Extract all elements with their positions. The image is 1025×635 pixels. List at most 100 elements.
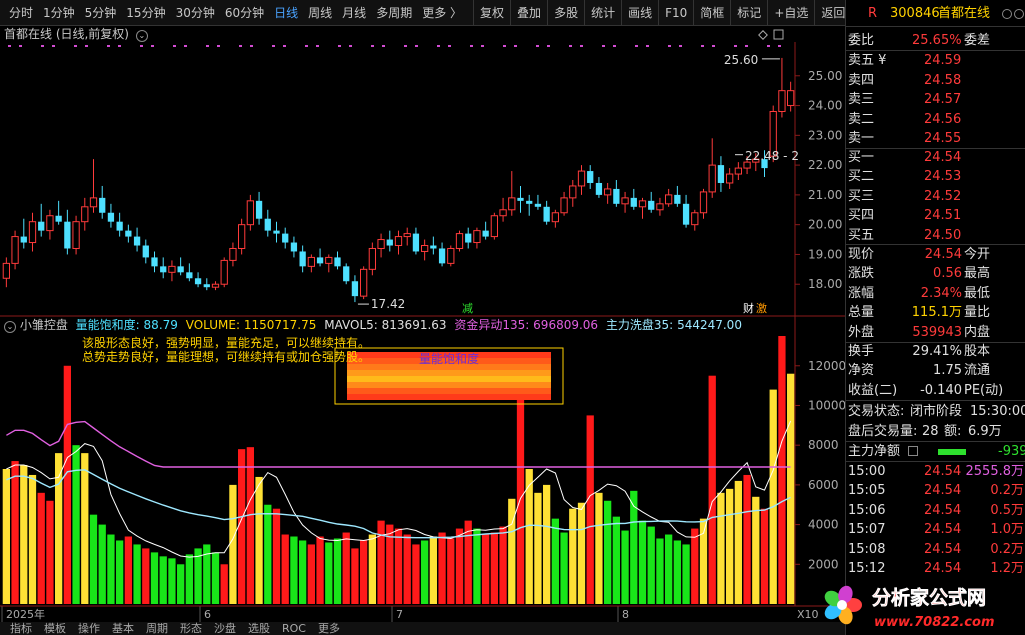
net-row[interactable]: 主力净额 -9399 [846,442,1025,461]
volume-bar[interactable] [142,548,150,604]
volume-bar[interactable] [482,534,490,604]
close-icon[interactable] [1002,9,1012,19]
volume-bar[interactable] [708,375,716,604]
volume-bar[interactable] [508,498,516,604]
candle-body[interactable] [264,218,271,231]
candle-body[interactable] [11,236,19,264]
period-tab-6[interactable]: 日线 [269,0,303,25]
buy-row-2[interactable]: 买三 24.52 [846,187,1025,206]
tool-button-1[interactable]: 叠加 [510,0,547,25]
candle-body[interactable] [177,266,184,273]
candle-body[interactable] [482,230,489,237]
sell-row-2[interactable]: 卖三 24.57 [846,90,1025,109]
candle-body[interactable] [203,284,210,288]
candle-body[interactable] [465,233,472,243]
tick-row-4[interactable]: 15:08 24.54 0.2万 [846,540,1025,559]
volume-bar[interactable] [150,552,159,604]
candle-body[interactable] [682,203,690,225]
volume-bar[interactable] [290,536,298,604]
volume-bar[interactable] [455,528,464,604]
period-tab-7[interactable]: 周线 [303,0,337,25]
candle-body[interactable] [334,257,341,267]
candle-body[interactable] [621,197,629,205]
volume-bar[interactable] [116,540,124,604]
volume-bar[interactable] [787,373,795,604]
candle-body[interactable] [229,247,237,261]
volume-bar[interactable] [394,528,403,604]
candle-body[interactable] [613,188,620,204]
candle-body[interactable] [38,221,45,231]
volume-bar[interactable] [586,415,594,604]
candle-body[interactable] [316,257,324,264]
candle-body[interactable] [412,233,420,252]
tool-button-8[interactable]: +自选 [767,0,814,25]
period-tab-9[interactable]: 多周期 [371,0,417,25]
tool-button-5[interactable]: F10 [658,0,693,25]
volume-bar[interactable] [229,484,237,604]
tick-row-3[interactable]: 15:07 24.54 1.0万 [846,520,1025,539]
candle-body[interactable] [168,265,176,273]
bottom-tab-9[interactable]: 更多 [312,622,346,635]
candle-body[interactable] [2,262,10,279]
period-tab-8[interactable]: 月线 [337,0,371,25]
stat2-row-1[interactable]: 净资 1.75 流通 [846,361,1025,380]
volume-bar[interactable] [185,554,193,604]
volume-bar[interactable] [368,534,376,604]
candle-body[interactable] [55,215,62,222]
candle-body[interactable] [543,206,550,222]
stat-row-2[interactable]: 涨幅 2.34% 最低 [846,284,1025,303]
bottom-tab-6[interactable]: 沙盘 [208,622,242,635]
period-tab-3[interactable]: 15分钟 [121,0,170,25]
volume-bar[interactable] [516,399,525,604]
candle-body[interactable] [534,203,542,207]
candle-body[interactable] [290,242,298,252]
period-tab-2[interactable]: 5分钟 [80,0,122,25]
candle-body[interactable] [255,200,263,219]
volume-bar[interactable] [46,500,54,604]
candle-body[interactable] [526,200,533,204]
volume-bar[interactable] [37,492,45,604]
volume-bar[interactable] [11,461,19,604]
candle-body[interactable] [282,233,289,243]
candle-body[interactable] [656,203,664,211]
volume-bar[interactable] [377,520,385,604]
candle-body[interactable] [273,230,280,234]
candle-body[interactable] [490,215,498,238]
volume-bar[interactable] [612,516,620,604]
volume-bar[interactable] [551,518,559,604]
candle-body[interactable] [211,283,220,288]
volume-bar[interactable] [28,474,37,604]
volume-bar[interactable] [238,449,246,604]
candle-body[interactable] [368,247,376,270]
volume-bar[interactable] [621,530,629,604]
volume-bar[interactable] [604,500,612,604]
buy-row-4[interactable]: 买五 24.50 [846,226,1025,245]
candle-body[interactable] [726,173,734,184]
candle-body[interactable] [20,236,27,243]
candle-body[interactable] [89,197,98,208]
candle-body[interactable] [734,167,742,175]
volume-bar[interactable] [299,540,307,604]
candle-body[interactable] [551,212,559,223]
candle-body[interactable] [64,221,71,249]
after-trade-row[interactable]: 盘后交易量: 28 额: 6.9万 [846,422,1025,441]
volume-bar[interactable] [543,484,551,604]
volume-bar[interactable] [656,538,664,604]
volume-bar[interactable] [168,558,176,604]
volume-bar[interactable] [691,528,699,604]
candle-body[interactable] [81,206,89,223]
tool-button-0[interactable]: 复权 [473,0,510,25]
volume-bar[interactable] [760,508,769,604]
candle-body[interactable] [691,212,699,226]
volume-bar[interactable] [2,469,10,604]
volume-bar[interactable] [220,564,228,604]
tool-button-3[interactable]: 统计 [584,0,621,25]
volume-bar[interactable] [63,365,71,604]
volume-bar[interactable] [464,520,472,604]
volume-bar[interactable] [133,544,141,604]
volume-bar[interactable] [403,534,411,604]
stat-row-0[interactable]: 现价 24.54 今开 [846,245,1025,264]
quote-header[interactable]: R 300846 首都在线 [846,4,1025,23]
candle-body[interactable] [351,281,359,297]
candle-body[interactable] [99,197,106,213]
